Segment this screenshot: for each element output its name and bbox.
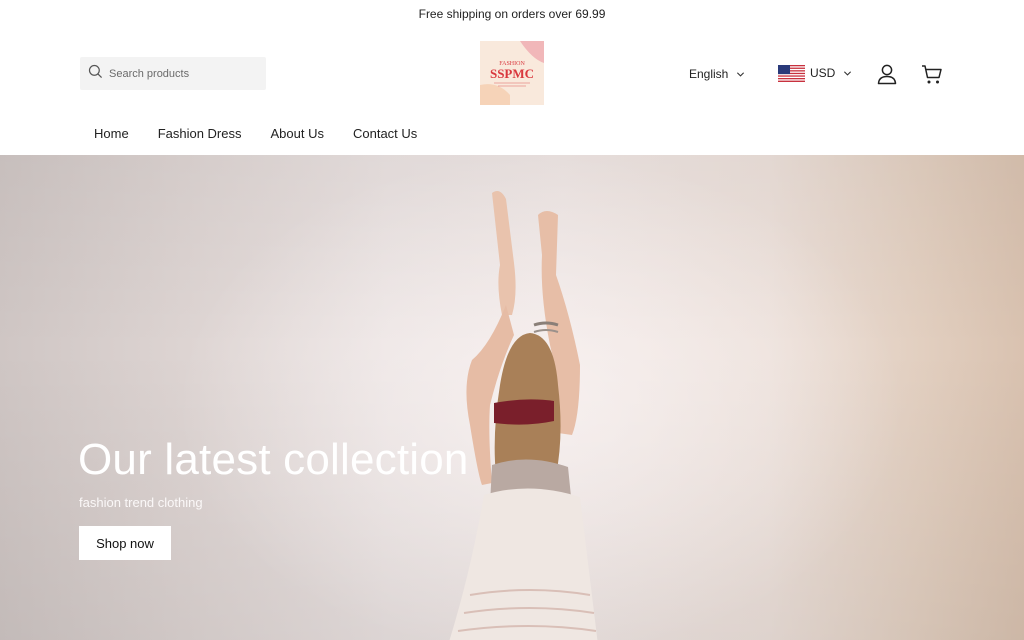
nav-item-about-us[interactable]: About Us (256, 126, 338, 141)
currency-selector[interactable]: USD (778, 64, 852, 82)
nav-item-fashion-dress[interactable]: Fashion Dress (143, 126, 256, 141)
hero-subtitle: fashion trend clothing (79, 495, 203, 510)
hero-banner: Our latest collection fashion trend clot… (0, 155, 1024, 640)
nav-item-contact-us[interactable]: Contact Us (338, 126, 431, 141)
announcement-bar: Free shipping on orders over 69.99 (0, 0, 1024, 28)
announcement-text: Free shipping on orders over 69.99 (418, 7, 606, 21)
hero-model-image (449, 191, 598, 640)
search-icon[interactable] (88, 64, 103, 84)
hero-title: Our latest collection (78, 435, 469, 484)
language-selector[interactable]: English (689, 65, 745, 83)
main-nav: Home Fashion Dress About Us Contact Us (80, 118, 432, 148)
chevron-down-icon (737, 71, 745, 77)
currency-label: USD (810, 66, 836, 80)
shop-now-button[interactable]: Shop now (79, 526, 171, 560)
us-flag-icon (778, 64, 805, 82)
site-logo[interactable]: FASHION SSPMC (480, 41, 544, 105)
language-label: English (689, 67, 729, 81)
cart-icon[interactable] (920, 62, 944, 86)
chevron-down-icon (844, 70, 852, 76)
user-icon[interactable] (875, 62, 899, 86)
search-box[interactable] (80, 57, 266, 90)
site-header: FASHION SSPMC English USD (0, 28, 1024, 118)
logo-text-main: SSPMC (490, 66, 534, 81)
nav-item-home[interactable]: Home (80, 126, 143, 141)
search-input[interactable] (109, 67, 259, 80)
